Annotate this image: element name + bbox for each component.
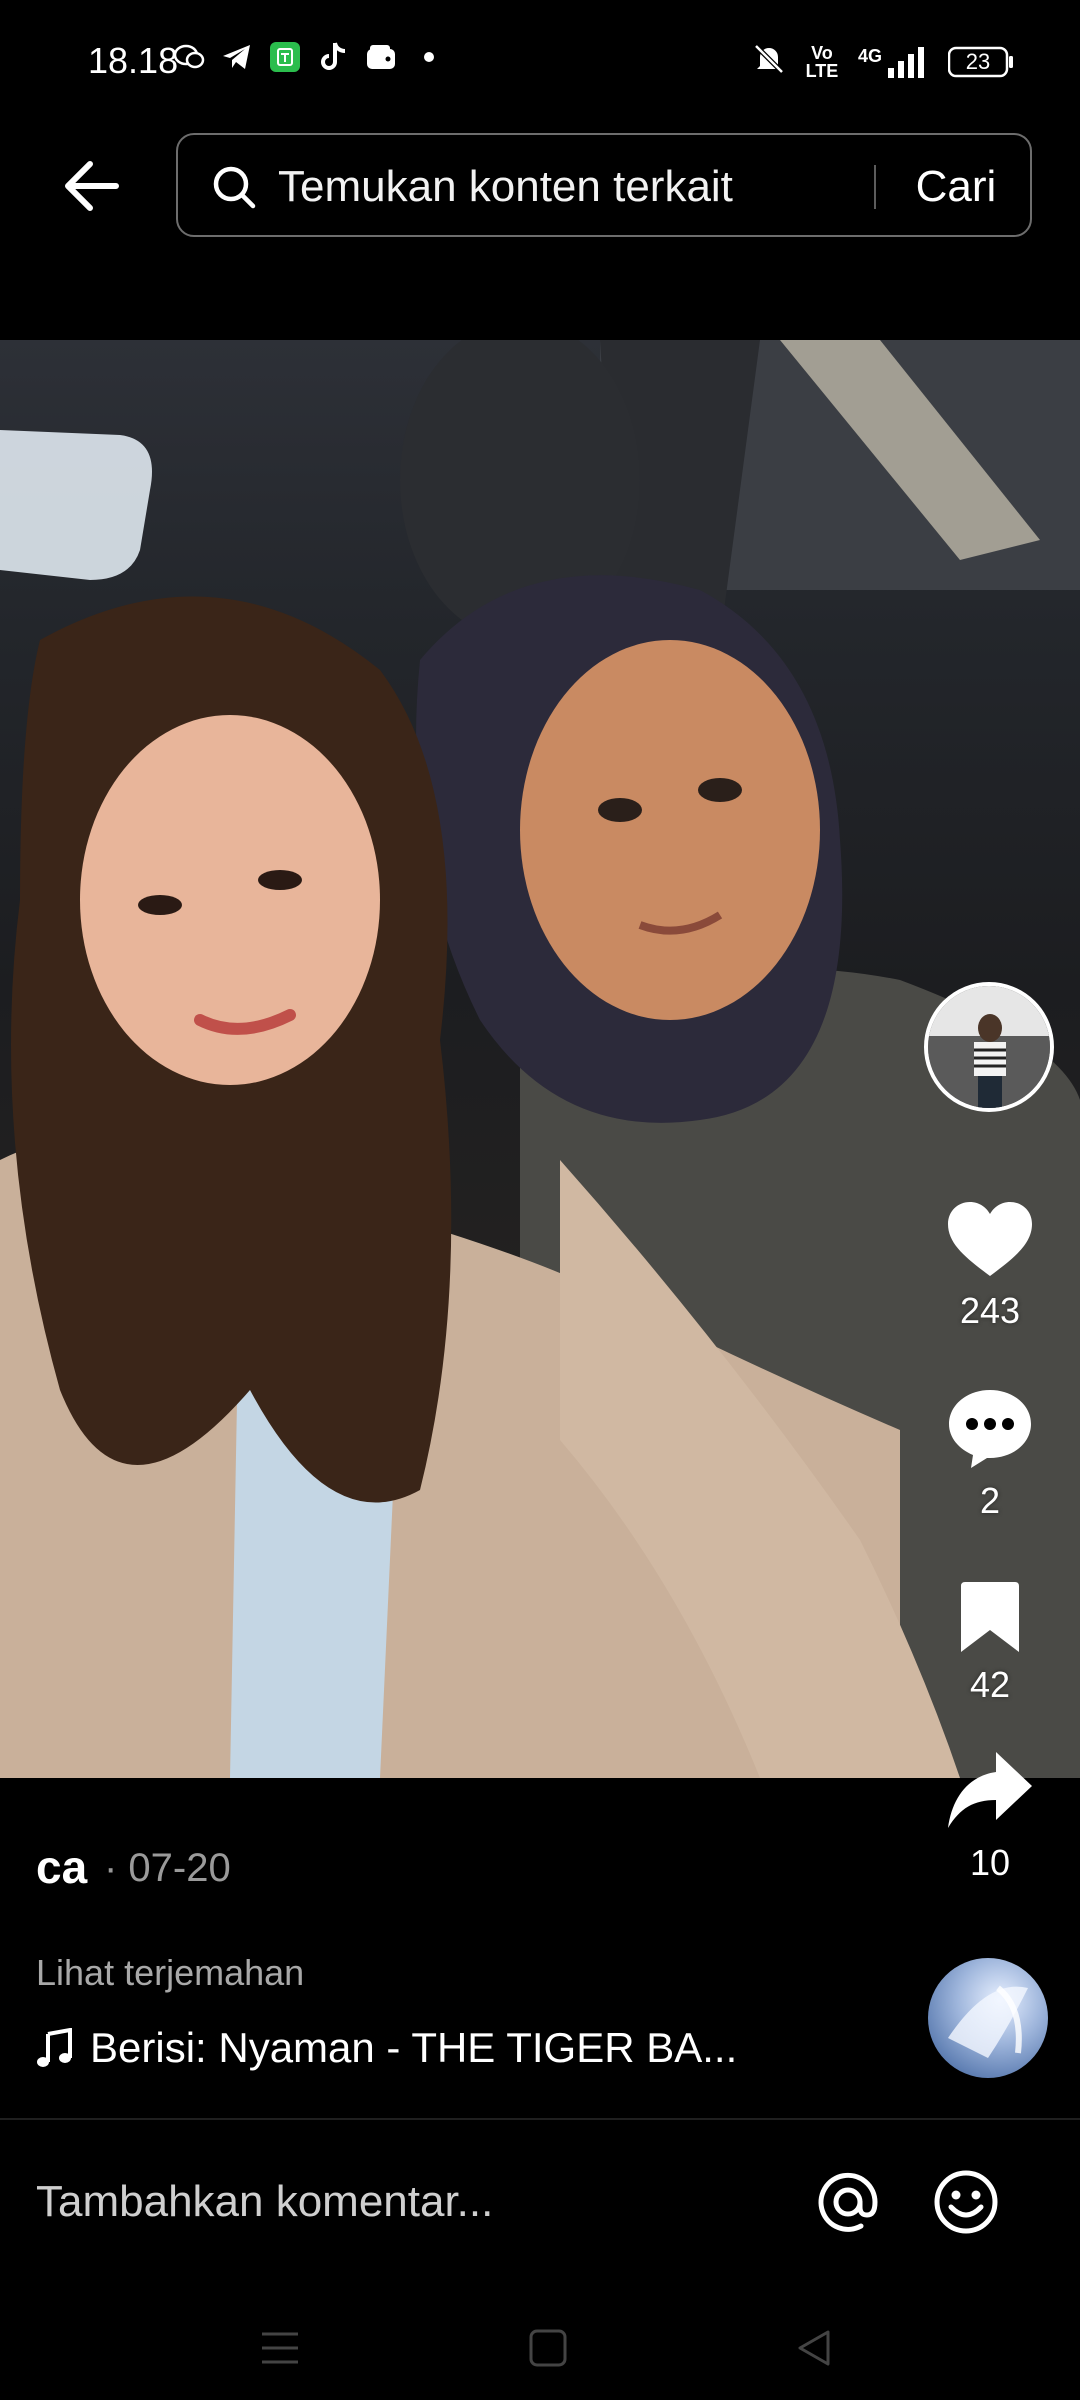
search-button[interactable]: Cari <box>894 157 1018 217</box>
like-button[interactable]: 243 <box>930 1200 1050 1332</box>
like-count: 243 <box>959 1290 1021 1331</box>
bookmark-button[interactable]: 42 <box>930 1580 1050 1706</box>
avatar-image <box>928 986 1050 1108</box>
back-arrow-icon <box>65 161 119 211</box>
battery-level: 23 <box>965 49 991 74</box>
recent-apps-button[interactable] <box>250 2318 310 2378</box>
mute-bell-icon <box>752 42 786 82</box>
author-name[interactable]: ca <box>36 1840 87 1894</box>
video-frame-illustration <box>0 340 1080 1778</box>
status-bar: 18.18 Vo LTE 4G 23 <box>0 0 1080 120</box>
video-player[interactable] <box>0 340 1080 1778</box>
emoji-button[interactable] <box>926 2162 1006 2242</box>
back-button[interactable] <box>52 146 132 226</box>
search-divider <box>874 165 876 209</box>
comment-button[interactable]: 2 <box>930 1386 1050 1522</box>
comment-count: 2 <box>979 1480 1001 1521</box>
notification-icons <box>172 40 446 74</box>
post-date: · 07-20 <box>104 1846 231 1890</box>
comment-icon <box>949 1390 1031 1468</box>
more-dot-icon <box>412 40 446 74</box>
at-icon <box>818 2172 878 2232</box>
comment-input[interactable] <box>36 2170 776 2234</box>
back-nav-button[interactable] <box>784 2318 844 2378</box>
volte-icon: Vo LTE <box>805 43 839 81</box>
system-icons: Vo LTE 4G 23 <box>752 42 1014 82</box>
emoji-icon <box>934 2170 998 2234</box>
music-disc[interactable] <box>928 1958 1048 2078</box>
search-input[interactable] <box>278 157 938 217</box>
music-info[interactable]: Berisi: Nyaman - THE TIGER BA... <box>36 2024 737 2072</box>
tiktok-icon <box>316 40 350 74</box>
search-icon <box>213 166 256 209</box>
bookmark-count: 42 <box>969 1664 1011 1705</box>
network-type: 4G <box>857 46 882 66</box>
music-label: Berisi: Nyaman - THE TIGER BA... <box>90 2024 738 2071</box>
search-box[interactable]: Cari <box>176 133 1032 237</box>
status-time: 18.18 <box>88 40 179 81</box>
see-translation-link[interactable]: Lihat terjemahan <box>36 1952 304 1994</box>
creator-avatar[interactable] <box>924 982 1054 1112</box>
wechat-icon <box>172 40 206 74</box>
menu-icon <box>262 2332 298 2364</box>
music-disc-art <box>948 1985 1028 2058</box>
music-note-icon <box>37 2028 72 2067</box>
system-nav-bar <box>0 2290 1080 2400</box>
share-icon <box>948 1752 1032 1828</box>
wallet-icon <box>364 40 398 74</box>
signal-icon: 4G <box>858 46 930 78</box>
battery-icon: 23 <box>947 46 1014 78</box>
share-count: 10 <box>969 1842 1011 1883</box>
mention-button[interactable] <box>808 2162 888 2242</box>
share-button[interactable]: 10 <box>930 1750 1050 1884</box>
app-icon-green <box>268 40 302 74</box>
heart-icon <box>948 1202 1032 1276</box>
bookmark-icon <box>961 1582 1019 1652</box>
home-button[interactable] <box>518 2318 578 2378</box>
back-icon <box>798 2330 830 2366</box>
comment-divider <box>0 2118 1080 2120</box>
home-icon <box>529 2329 567 2367</box>
telegram-icon <box>220 40 254 74</box>
